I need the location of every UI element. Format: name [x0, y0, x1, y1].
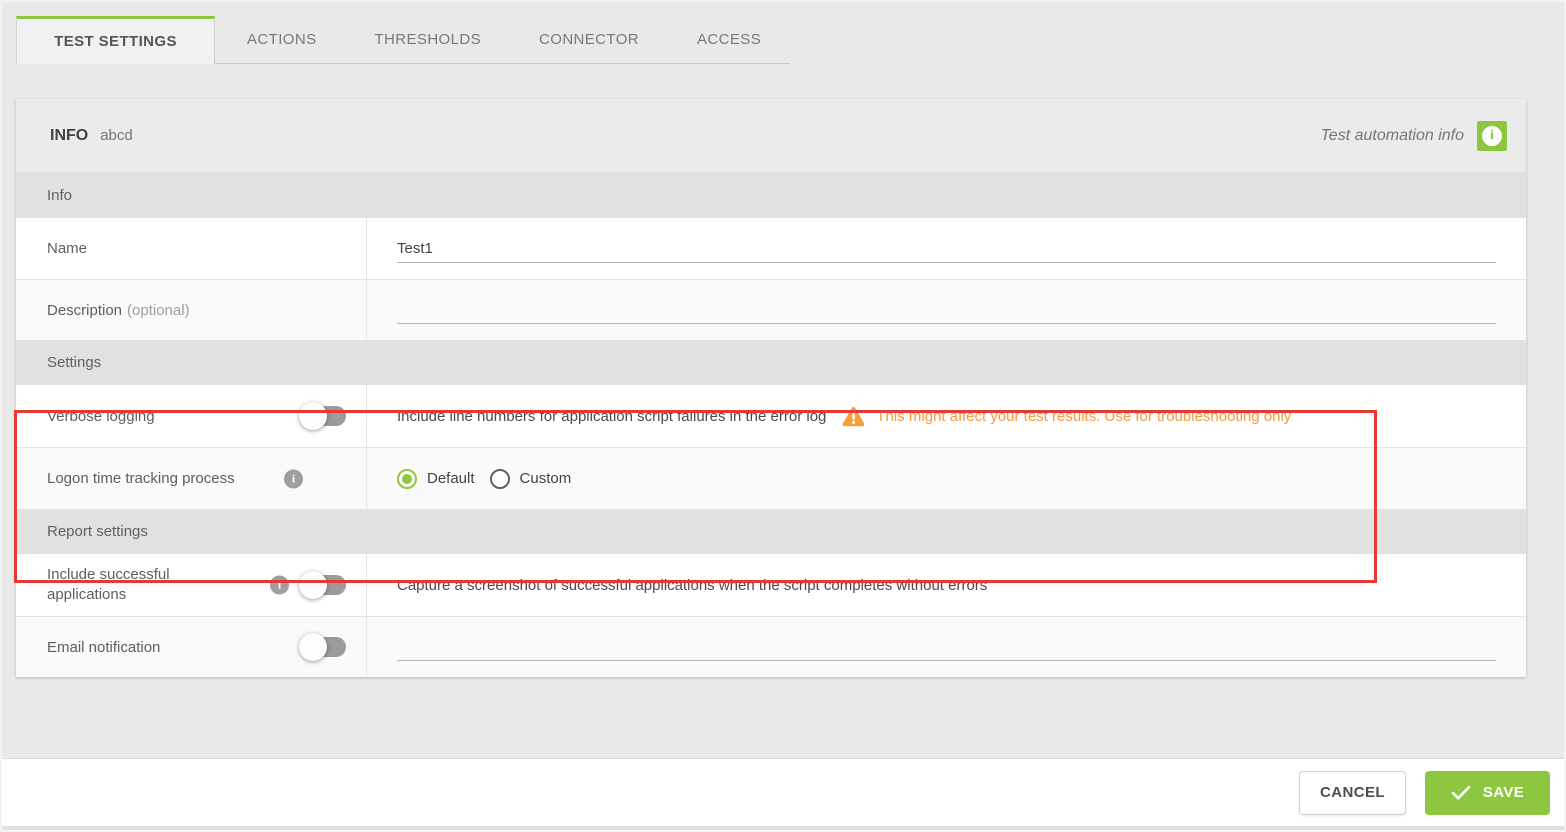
radio-custom[interactable]: [489, 468, 510, 489]
tab-access[interactable]: ACCESS: [668, 16, 790, 63]
tab-actions[interactable]: ACTIONS: [218, 16, 345, 63]
info-icon[interactable]: i: [270, 575, 289, 595]
include-successful-label: Include successful applications i: [16, 554, 367, 616]
logon-process-radio-group: Default Custom: [397, 468, 586, 489]
test-settings-panel: INFO abcd Test automation info i Info Na…: [14, 99, 1526, 677]
tab-test-settings[interactable]: TEST SETTINGS: [16, 16, 215, 64]
verbose-logging-help: Include line numbers for application scr…: [397, 407, 827, 425]
description-input[interactable]: [397, 296, 1496, 324]
form-rows: Info Name Description (optional) Setting…: [14, 172, 1526, 677]
name-row: Name: [16, 218, 1526, 279]
toggle-knob: [299, 571, 327, 599]
name-label: Name: [16, 218, 367, 279]
email-notification-row: Email notification: [16, 616, 1526, 677]
verbose-logging-warning: This might affect your test results. Use…: [876, 407, 1292, 425]
window-bottom-edge: [2, 826, 1564, 830]
tab-bar: TEST SETTINGS ACTIONS THRESHOLDS CONNECT…: [16, 16, 791, 64]
info-icon[interactable]: i: [284, 469, 303, 488]
description-row: Description (optional): [16, 279, 1526, 340]
include-successful-row: Include successful applications i Captur…: [16, 554, 1526, 616]
footer-bar: CANCEL SAVE: [2, 758, 1564, 826]
test-automation-info-label: Test automation info: [1320, 126, 1465, 144]
email-notification-input[interactable]: [397, 633, 1496, 661]
verbose-logging-toggle[interactable]: [299, 402, 349, 430]
tab-connector[interactable]: CONNECTOR: [510, 16, 668, 63]
test-automation-info-button[interactable]: i: [1477, 120, 1507, 151]
description-optional-hint: (optional): [127, 301, 190, 319]
warning-icon: [843, 406, 865, 426]
email-notification-label: Email notification: [16, 617, 367, 677]
save-button[interactable]: SAVE: [1425, 770, 1550, 815]
info-icon: i: [1482, 125, 1502, 146]
verbose-logging-label: Verbose logging: [16, 385, 367, 447]
panel-title: INFO: [50, 126, 89, 144]
section-heading-report-settings: Report settings: [16, 509, 1526, 554]
logon-time-tracking-label: Logon time tracking process i: [16, 448, 367, 509]
panel-title-suffix: abcd: [100, 127, 133, 144]
include-successful-help: Capture a screenshot of successful appli…: [397, 576, 988, 594]
logon-time-tracking-row: Logon time tracking process i Default Cu…: [16, 447, 1526, 509]
include-successful-toggle[interactable]: [299, 571, 349, 599]
description-label: Description (optional): [16, 280, 367, 340]
checkmark-icon: [1451, 785, 1471, 799]
toggle-knob: [299, 633, 327, 661]
radio-option-custom[interactable]: Custom: [489, 468, 571, 489]
verbose-logging-row: Verbose logging Include line numbers for…: [16, 385, 1526, 447]
section-heading-settings: Settings: [16, 340, 1526, 385]
panel-header: INFO abcd Test automation info i: [16, 99, 1526, 172]
radio-default[interactable]: [397, 468, 417, 489]
cancel-button[interactable]: CANCEL: [1299, 770, 1406, 815]
tab-thresholds[interactable]: THRESHOLDS: [345, 16, 510, 63]
section-heading-info: Info: [16, 172, 1526, 218]
toggle-knob: [299, 402, 327, 430]
name-input[interactable]: [397, 234, 1496, 263]
email-notification-toggle[interactable]: [299, 633, 349, 661]
radio-option-default[interactable]: Default: [397, 468, 475, 489]
